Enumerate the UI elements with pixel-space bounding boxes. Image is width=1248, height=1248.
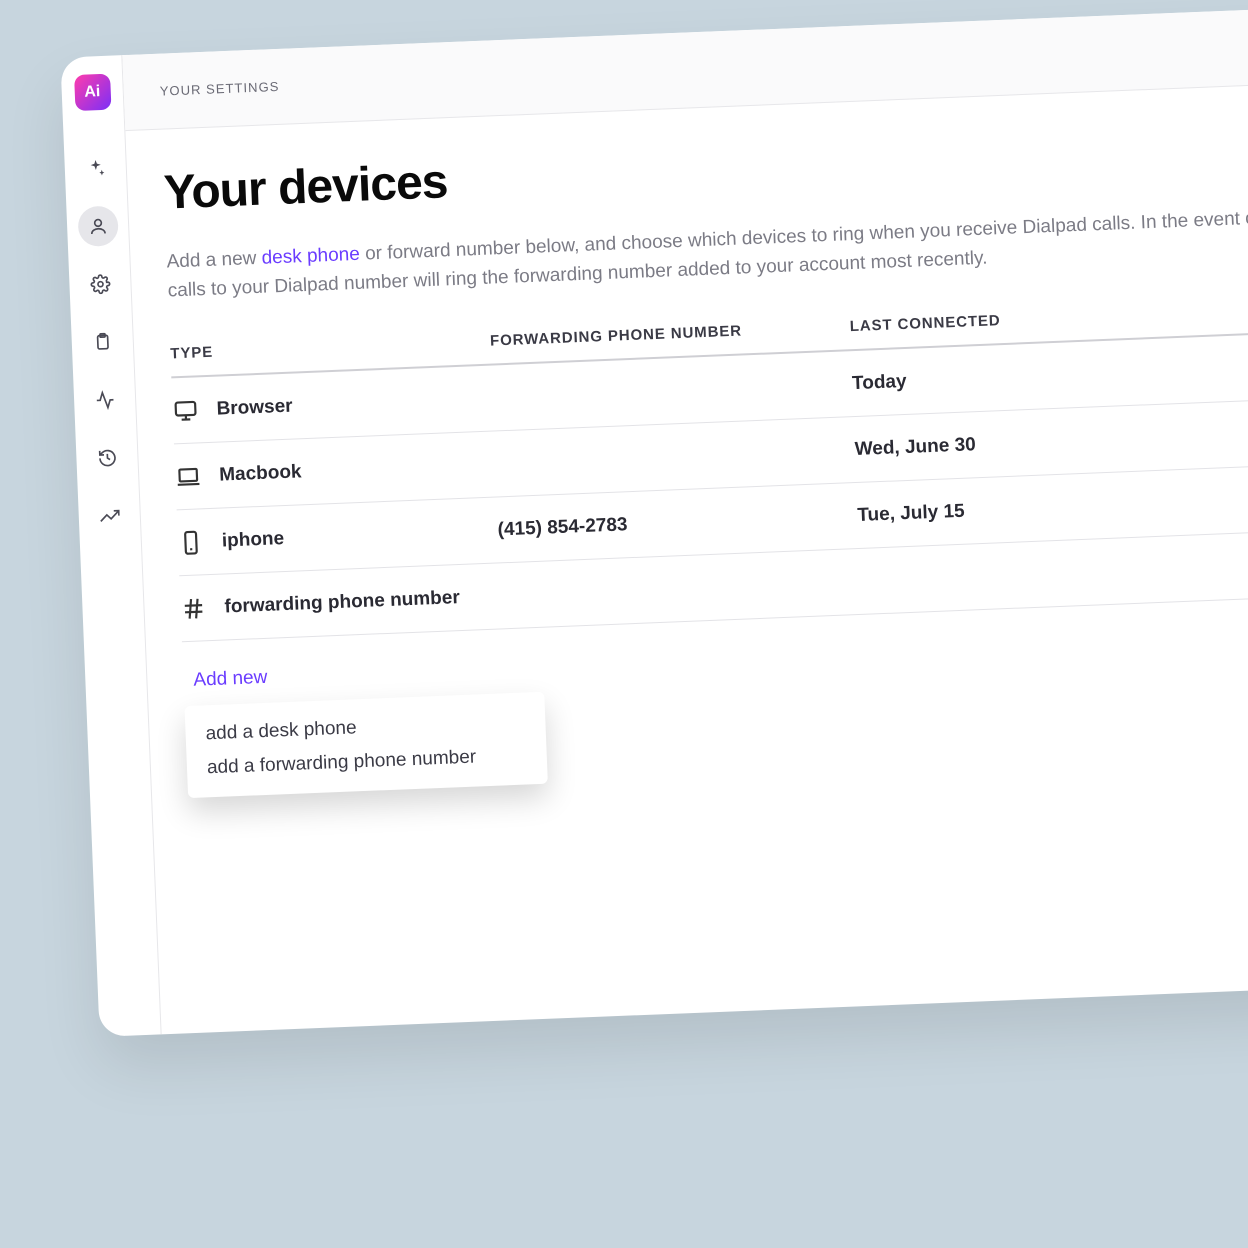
phone-icon bbox=[177, 529, 204, 556]
add-new-button[interactable]: Add new bbox=[193, 667, 268, 692]
device-name: iphone bbox=[221, 528, 284, 552]
nav-sparkle[interactable] bbox=[75, 148, 117, 190]
device-name: forwarding phone number bbox=[224, 587, 460, 618]
device-name: Macbook bbox=[219, 461, 302, 486]
clipboard-icon bbox=[92, 332, 113, 353]
nav-profile[interactable] bbox=[77, 205, 119, 247]
nav-history[interactable] bbox=[86, 437, 128, 479]
device-name: Browser bbox=[216, 395, 293, 420]
desc-before: Add a new bbox=[166, 248, 262, 273]
nav-trending[interactable] bbox=[89, 495, 131, 537]
laptop-icon bbox=[175, 463, 202, 490]
page-title: Your devices bbox=[163, 115, 1248, 221]
app-logo[interactable]: Ai bbox=[74, 74, 111, 111]
forwarding-number: (415) 854-2783 bbox=[497, 514, 628, 540]
history-icon bbox=[97, 448, 118, 469]
content: Your devices Add a new desk phone or for… bbox=[125, 77, 1248, 835]
trending-icon bbox=[99, 506, 120, 527]
monitor-icon bbox=[172, 397, 199, 424]
nav-activity[interactable] bbox=[84, 379, 126, 421]
app-window: Ai YOUR bbox=[60, 1, 1248, 1036]
last-connected: Tue, July 15 bbox=[857, 500, 965, 525]
logo-text: Ai bbox=[84, 83, 101, 102]
sparkle-icon bbox=[85, 158, 106, 179]
hash-icon bbox=[180, 595, 207, 622]
add-new-dropdown: add a desk phone add a forwarding phone … bbox=[184, 692, 547, 798]
gear-icon bbox=[90, 274, 111, 295]
col-last-connected: LAST CONNECTED bbox=[849, 295, 1248, 336]
col-forwarding: FORWARDING PHONE NUMBER bbox=[490, 318, 850, 349]
nav-clipboard[interactable] bbox=[82, 321, 124, 363]
col-type: TYPE bbox=[170, 333, 490, 363]
devices-table: TYPE FORWARDING PHONE NUMBER LAST CONNEC… bbox=[170, 295, 1248, 643]
activity-icon bbox=[94, 390, 115, 411]
last-connected: Wed, June 30 bbox=[854, 434, 976, 460]
person-icon bbox=[87, 216, 108, 237]
nav-settings[interactable] bbox=[79, 263, 121, 305]
breadcrumb: YOUR SETTINGS bbox=[159, 79, 279, 99]
desk-phone-link[interactable]: desk phone bbox=[261, 244, 360, 269]
main-panel: YOUR SETTINGS Your devices Add a new des… bbox=[122, 1, 1248, 1034]
last-connected: Today bbox=[852, 370, 907, 393]
